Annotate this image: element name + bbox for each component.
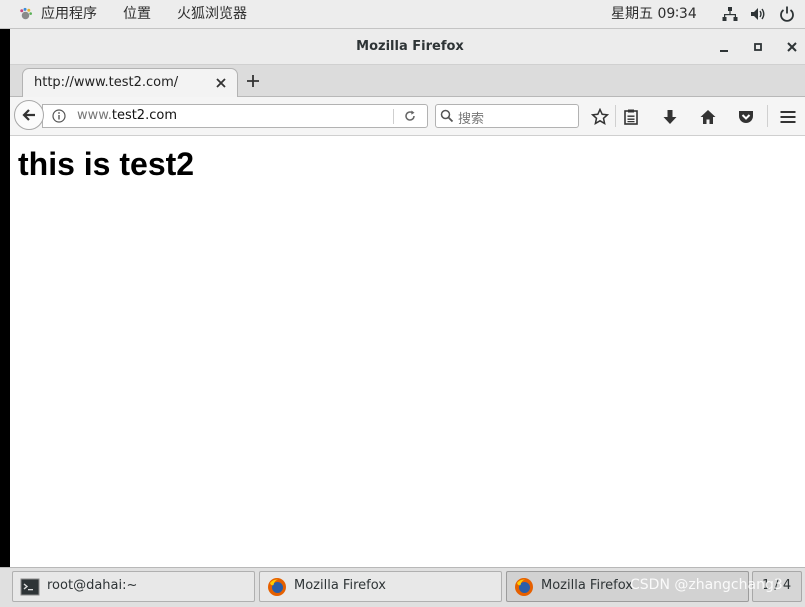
toolbar-divider [615,105,616,127]
url-domain: test2.com [111,108,177,123]
browser-app-menu[interactable]: 火狐浏览器 [177,0,247,28]
hamburger-menu-icon[interactable] [779,108,797,126]
page-content: this is test2 [10,136,805,567]
back-arrow-icon [22,109,35,121]
firefox-icon [268,578,286,596]
url-prefix: www. [77,108,112,123]
toolbar-divider [767,105,768,127]
navigation-toolbar: www.test2.com 搜索 [10,97,805,136]
page-heading: this is test2 [18,146,195,182]
search-placeholder: 搜索 [458,112,485,127]
gnome-foot-icon [20,7,32,20]
url-divider [393,109,394,124]
places-menu[interactable]: 位置 [123,0,151,28]
tab-strip: http://www.test2.com/ [10,65,805,97]
home-icon[interactable] [699,108,717,126]
search-bar[interactable]: 搜索 [435,104,579,128]
tab-close-icon[interactable] [215,77,227,89]
watermark: CSDN @zhangchang3 [630,577,783,593]
pocket-icon[interactable] [737,108,755,126]
url-bar[interactable]: www.test2.com [42,104,428,128]
firefox-window: Mozilla Firefox http://www.test2.com/ ww… [10,29,805,567]
title-bar[interactable]: Mozilla Firefox [10,29,805,65]
network-icon[interactable] [722,6,738,22]
top-panel: 应用程序 位置 火狐浏览器 星期五 09∶34 [0,0,805,29]
taskbar-item-firefox[interactable]: Mozilla Firefox [259,571,502,602]
bookmarks-menu-icon[interactable] [622,108,640,126]
taskbar-item-terminal[interactable]: root@dahai:~ [12,571,255,602]
tab-active[interactable]: http://www.test2.com/ [22,68,238,97]
window-title: Mozilla Firefox [356,39,464,54]
power-icon[interactable] [779,6,795,22]
site-info-icon[interactable] [52,109,66,123]
taskbar-item-label: Mozilla Firefox [294,578,386,593]
url-text[interactable]: www.test2.com [77,108,177,123]
new-tab-icon[interactable] [245,73,261,89]
search-icon [440,109,454,123]
firefox-icon [515,578,533,596]
tab-label: http://www.test2.com/ [34,75,179,90]
download-icon[interactable] [661,108,679,126]
applications-menu[interactable]: 应用程序 [41,0,97,28]
window-list-taskbar: root@dahai:~ Mozilla Firefox Mozilla Fir… [0,567,805,607]
bookmark-star-icon[interactable] [591,108,609,126]
terminal-icon [20,578,40,596]
minimize-icon[interactable] [716,39,732,55]
reload-icon[interactable] [403,109,417,123]
close-icon[interactable] [784,39,800,55]
taskbar-item-label: root@dahai:~ [47,578,138,593]
back-button[interactable] [14,100,44,130]
volume-icon[interactable] [750,6,766,22]
clock[interactable]: 星期五 09∶34 [611,0,697,28]
maximize-icon[interactable] [750,39,766,55]
taskbar-item-label: Mozilla Firefox [541,578,633,593]
